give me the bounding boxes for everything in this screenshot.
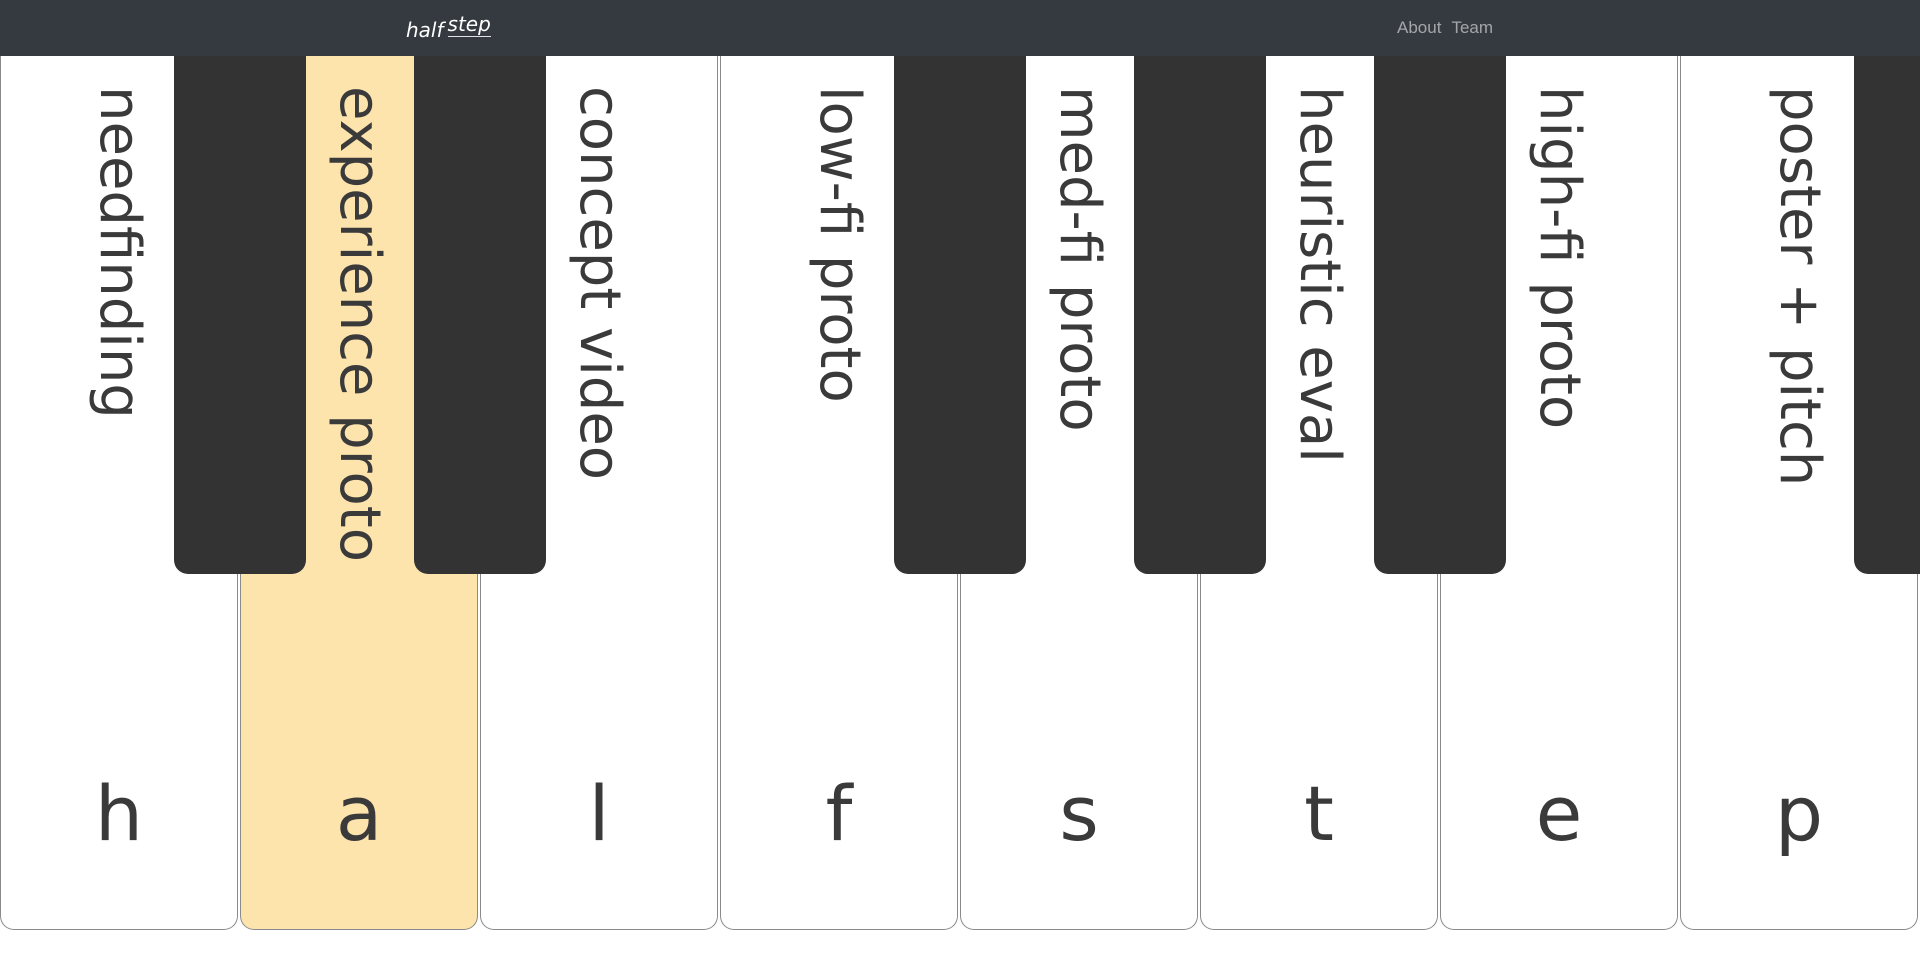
key-label: experience proto bbox=[327, 86, 392, 562]
black-key[interactable] bbox=[1854, 56, 1920, 574]
key-letter: p bbox=[1774, 769, 1824, 858]
key-letter: h bbox=[94, 769, 144, 858]
key-label: needfinding bbox=[87, 86, 152, 419]
key-letter: e bbox=[1535, 769, 1583, 858]
black-key[interactable] bbox=[1374, 56, 1506, 574]
nav-link-team[interactable]: Team bbox=[1451, 18, 1493, 38]
key-letter: s bbox=[1059, 769, 1099, 858]
key-letter: l bbox=[588, 769, 610, 858]
key-label: low-fi proto bbox=[807, 86, 872, 403]
key-letter: a bbox=[335, 769, 383, 858]
nav-link-about[interactable]: About bbox=[1397, 18, 1441, 38]
brand-word-step: step bbox=[447, 12, 491, 37]
key-label: heuristic eval bbox=[1287, 86, 1352, 463]
key-label: high-fi proto bbox=[1527, 86, 1592, 430]
key-label: med-fi proto bbox=[1047, 86, 1112, 432]
black-key[interactable] bbox=[414, 56, 546, 574]
key-letter: t bbox=[1304, 769, 1334, 858]
navbar: half step About Team bbox=[0, 0, 1920, 56]
piano-keyboard: needfinding h experience proto a concept… bbox=[0, 56, 1920, 931]
black-key[interactable] bbox=[174, 56, 306, 574]
brand-logo[interactable]: half step bbox=[406, 12, 491, 42]
black-key[interactable] bbox=[894, 56, 1026, 574]
key-label: concept video bbox=[567, 86, 632, 481]
nav-links: About Team bbox=[1397, 18, 1503, 38]
black-key[interactable] bbox=[1134, 56, 1266, 574]
key-label: poster + pitch bbox=[1767, 86, 1832, 487]
key-letter: f bbox=[825, 769, 853, 858]
brand-word-half: half bbox=[406, 18, 444, 42]
